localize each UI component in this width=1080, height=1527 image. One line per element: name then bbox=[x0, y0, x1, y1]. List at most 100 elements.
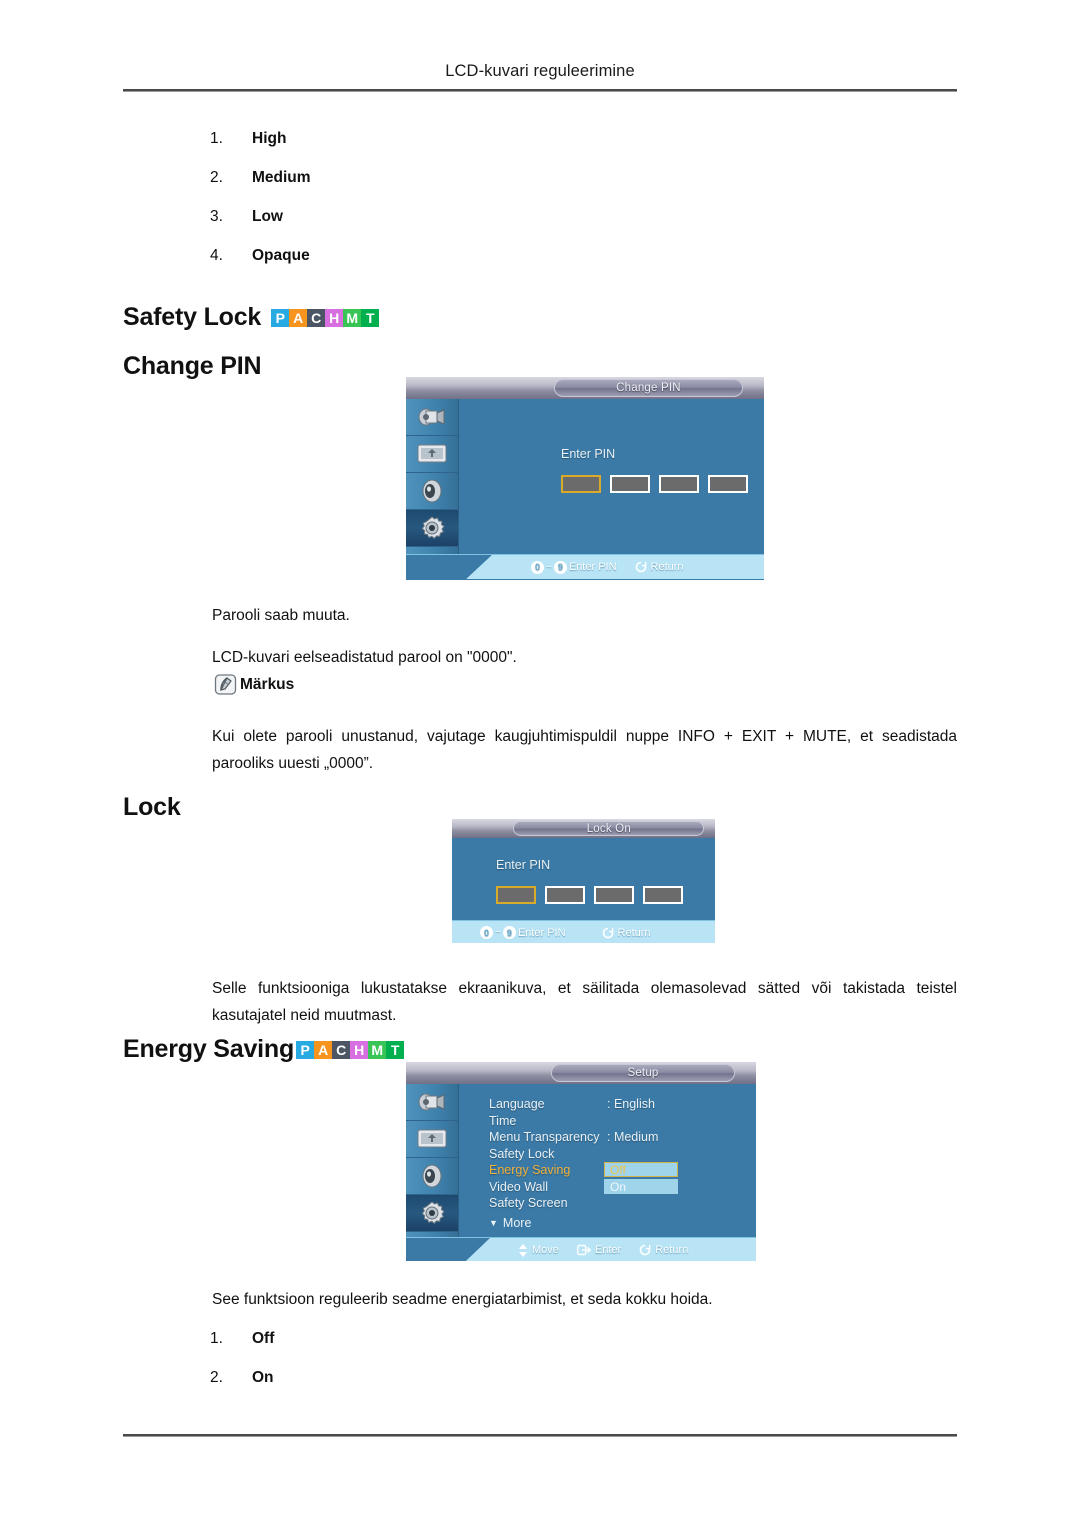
osd-content: Enter PIN bbox=[452, 838, 715, 920]
menu-more-label: More bbox=[502, 1216, 532, 1230]
osd-icon-sound[interactable] bbox=[406, 1158, 458, 1195]
pin-input-boxes[interactable] bbox=[561, 475, 757, 493]
footer-enter-pin-label: Enter PIN bbox=[568, 561, 617, 573]
pin-input-boxes[interactable] bbox=[496, 886, 692, 904]
key-9: 9 bbox=[553, 560, 567, 574]
setup-menu-label: Menu Transparency bbox=[489, 1130, 600, 1144]
footer-enter-pin[interactable]: 0 ~ 9 Enter PIN bbox=[480, 926, 566, 939]
setup-menu-row[interactable]: Safety Lock bbox=[489, 1146, 727, 1163]
footer-return[interactable]: Return bbox=[635, 561, 684, 573]
osd-icon-input[interactable] bbox=[406, 1084, 458, 1121]
footer-return[interactable]: Return bbox=[639, 1244, 688, 1256]
option-off-label: Off bbox=[610, 1162, 626, 1177]
list-item: 2. On bbox=[210, 1369, 274, 1387]
option-on[interactable]: On bbox=[604, 1179, 678, 1194]
model-badge-a: A bbox=[314, 1040, 333, 1059]
footer-enter-label: Enter bbox=[594, 1244, 622, 1256]
input-connector-icon bbox=[418, 408, 445, 426]
list-item-number: 2. bbox=[210, 169, 223, 186]
paragraph-change-pin-1: Parooli saab muuta. bbox=[212, 607, 350, 624]
setup-menu-row[interactable]: Language: English bbox=[489, 1096, 727, 1113]
osd-footer: 0 ~ 9 Enter PIN Return bbox=[406, 554, 764, 579]
chevron-down-icon: ▼ bbox=[489, 1218, 498, 1228]
tilde-separator: ~ bbox=[546, 561, 552, 573]
osd-body: Enter PIN bbox=[452, 838, 715, 920]
pin-box-4[interactable] bbox=[643, 886, 683, 904]
pin-box-3[interactable] bbox=[594, 886, 634, 904]
menu-transparency-options: 1. High 2. Medium 3. Low 4. Opaque bbox=[210, 130, 311, 286]
model-badge-c: C bbox=[332, 1040, 351, 1059]
osd-icon-setup[interactable] bbox=[406, 1195, 458, 1232]
osd-title-pill: Setup bbox=[551, 1064, 735, 1082]
footer-notch bbox=[406, 1238, 490, 1261]
model-badge-t: T bbox=[386, 1040, 405, 1059]
pin-box-1[interactable] bbox=[496, 886, 536, 904]
osd-titlebar: Lock On bbox=[452, 819, 715, 838]
list-item-number: 2. bbox=[210, 1369, 223, 1386]
enter-pin-label: Enter PIN bbox=[496, 858, 551, 872]
footer-move[interactable]: Move bbox=[518, 1243, 559, 1257]
option-on-label: On bbox=[610, 1179, 627, 1194]
osd-setup: Setup Language: English Time Menu Trans… bbox=[406, 1062, 756, 1261]
osd-title-pill: Lock On bbox=[513, 821, 705, 836]
osd-icon-input[interactable] bbox=[406, 399, 458, 436]
osd-footer: 0 ~ 9 Enter PIN Return bbox=[452, 920, 715, 943]
osd-icon-sound[interactable] bbox=[406, 473, 458, 510]
list-item: 4. Opaque bbox=[210, 247, 311, 265]
list-item-label: Opaque bbox=[252, 247, 310, 264]
key-9: 9 bbox=[502, 926, 516, 939]
heading-safety-lock: Safety Lock PACHMT bbox=[123, 303, 380, 332]
pin-box-2[interactable] bbox=[610, 475, 650, 493]
note-block: Märkus bbox=[214, 673, 294, 697]
energy-saving-options: 1. Off 2. On bbox=[210, 1330, 274, 1408]
setup-menu-row[interactable]: Time bbox=[489, 1113, 727, 1130]
model-badge-h: H bbox=[325, 308, 344, 327]
model-badge-c: C bbox=[307, 308, 326, 327]
heading-safety-lock-text: Safety Lock bbox=[123, 303, 262, 331]
pin-box-1[interactable] bbox=[561, 475, 601, 493]
list-item: 2. Medium bbox=[210, 169, 311, 187]
list-item-number: 3. bbox=[210, 208, 223, 225]
pin-box-3[interactable] bbox=[659, 475, 699, 493]
model-badge-a: A bbox=[289, 308, 308, 327]
move-updown-icon bbox=[518, 1243, 528, 1257]
setup-menu-row[interactable]: Menu Transparency : Medium bbox=[489, 1129, 727, 1146]
footer-return[interactable]: Return bbox=[602, 927, 651, 939]
setup-menu-label: Time bbox=[489, 1113, 517, 1128]
osd-icon-picture[interactable] bbox=[406, 1121, 458, 1158]
osd-lock-on: Lock On Enter PIN 0 ~ 9 Enter PIN Return bbox=[452, 819, 715, 943]
osd-icon-picture[interactable] bbox=[406, 436, 458, 473]
note-label: Märkus bbox=[240, 676, 295, 693]
heading-energy-saving-text: Energy Saving bbox=[123, 1035, 295, 1063]
menu-more-row[interactable]: ▼ More bbox=[489, 1216, 531, 1230]
setup-menu-list[interactable]: Language: English Time Menu Transparency : … bbox=[489, 1096, 727, 1212]
osd-change-pin: Change PIN Enter PIN 0 ~ 9 Enter PIN Ret… bbox=[406, 377, 764, 580]
footer-enter-pin[interactable]: 0 ~ 9 Enter PIN bbox=[531, 560, 617, 574]
note-icon bbox=[214, 673, 238, 697]
key-0: 0 bbox=[531, 560, 544, 574]
setup-menu-label: Safety Screen bbox=[489, 1196, 568, 1210]
footer-enter[interactable]: Enter bbox=[576, 1244, 622, 1256]
footer-return-label: Return bbox=[650, 561, 684, 573]
pin-box-2[interactable] bbox=[545, 886, 585, 904]
header-divider bbox=[123, 89, 957, 92]
osd-body: Enter PIN bbox=[406, 399, 764, 577]
picture-display-icon bbox=[417, 1129, 447, 1148]
sound-speaker-icon bbox=[422, 479, 442, 503]
setup-menu-value: : English bbox=[607, 1097, 655, 1111]
setup-menu-value: : Medium bbox=[607, 1130, 659, 1144]
tilde-separator: ~ bbox=[495, 927, 501, 938]
list-item: 1. Off bbox=[210, 1330, 274, 1348]
osd-icon-setup[interactable] bbox=[406, 510, 458, 547]
model-badge-m: M bbox=[368, 1040, 387, 1059]
osd-sidebar bbox=[406, 1084, 459, 1261]
footer-return-label: Return bbox=[617, 926, 651, 939]
model-badges-energy-saving: PACHMT bbox=[296, 1040, 405, 1059]
osd-title: Change PIN bbox=[616, 382, 681, 394]
setup-menu-row[interactable]: Safety Screen bbox=[489, 1195, 727, 1212]
pin-box-4[interactable] bbox=[708, 475, 748, 493]
list-item-number: 1. bbox=[210, 130, 223, 147]
setup-menu-label: Safety Lock bbox=[489, 1146, 555, 1161]
osd-content: Language: English Time Menu Transparency : … bbox=[459, 1084, 756, 1237]
option-off[interactable]: Off bbox=[604, 1162, 678, 1177]
